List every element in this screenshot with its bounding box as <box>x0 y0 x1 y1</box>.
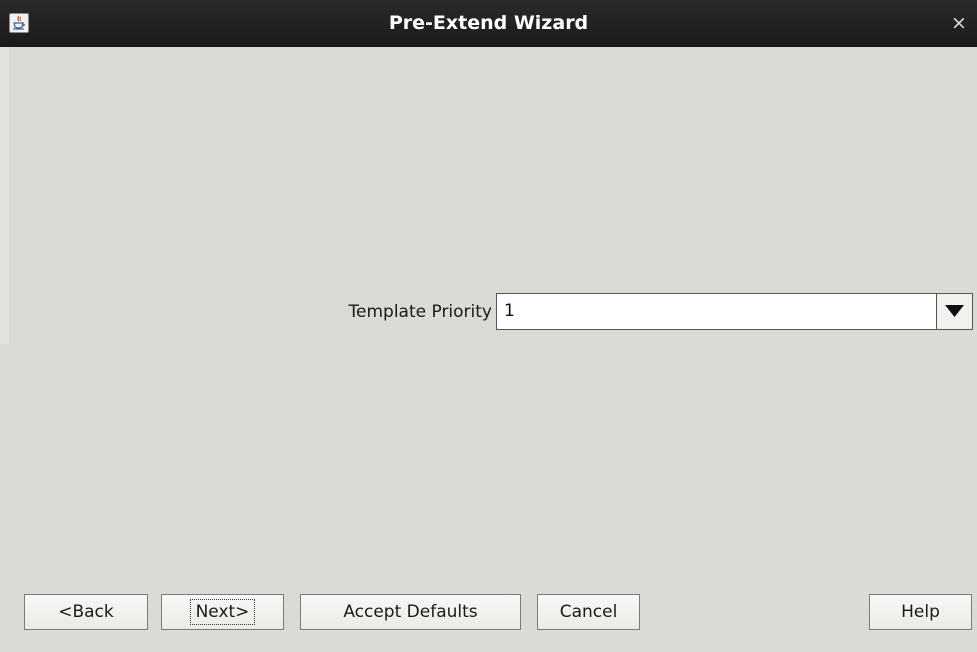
cancel-button[interactable]: Cancel <box>537 594 640 630</box>
template-priority-label: Template Priority <box>348 302 492 322</box>
title-bar[interactable]: Pre-Extend Wizard × <box>0 0 977 47</box>
help-button[interactable]: Help <box>869 594 972 630</box>
window-title: Pre-Extend Wizard <box>388 12 589 34</box>
accept-defaults-button-label: Accept Defaults <box>343 602 478 622</box>
next-button-label: Next> <box>189 599 256 625</box>
help-button-label: Help <box>901 602 940 622</box>
template-priority-value[interactable]: 1 <box>504 294 515 329</box>
template-priority-combobox[interactable]: 1 <box>496 293 973 330</box>
back-button-label: <Back <box>58 602 114 622</box>
wizard-content <box>0 47 977 652</box>
close-icon[interactable]: × <box>949 12 969 34</box>
triangle-down-icon <box>945 305 964 317</box>
back-button[interactable]: <Back <box>24 594 148 630</box>
next-button[interactable]: Next> <box>161 594 284 630</box>
left-edge-highlight <box>0 47 9 344</box>
dropdown-button[interactable] <box>936 294 972 329</box>
accept-defaults-button[interactable]: Accept Defaults <box>300 594 521 630</box>
cancel-button-label: Cancel <box>559 602 618 622</box>
